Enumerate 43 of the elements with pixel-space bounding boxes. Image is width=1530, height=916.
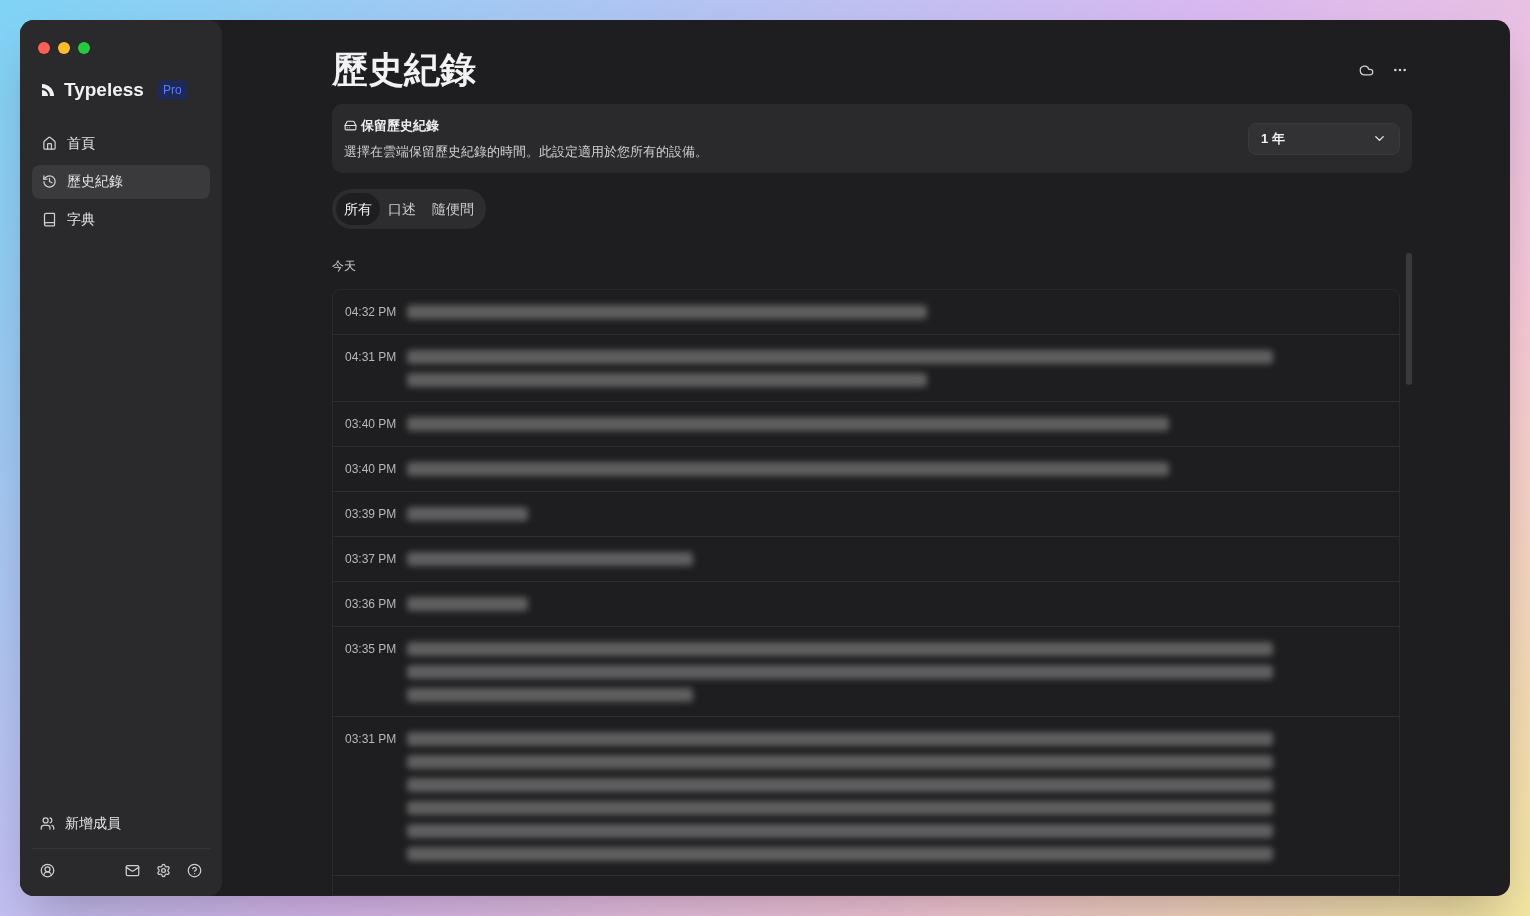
dictionary-icon bbox=[42, 212, 57, 227]
logo-icon bbox=[40, 82, 56, 99]
filter-tab[interactable]: 隨便問 bbox=[424, 193, 482, 225]
history-row[interactable]: 04:31 PM bbox=[333, 335, 1399, 402]
settings-icon[interactable] bbox=[156, 863, 171, 878]
cloud-icon[interactable] bbox=[1359, 62, 1374, 78]
help-icon[interactable] bbox=[187, 863, 202, 878]
history-row[interactable]: 03:36 PM bbox=[333, 582, 1399, 627]
entry-time: 03:35 PM bbox=[345, 641, 398, 658]
filter-tab[interactable]: 口述 bbox=[380, 193, 424, 225]
history-row[interactable]: 03:31 PM bbox=[333, 717, 1399, 876]
mail-icon[interactable] bbox=[125, 863, 140, 878]
entry-time: 04:32 PM bbox=[345, 304, 398, 320]
users-icon bbox=[40, 815, 55, 831]
history-row[interactable]: 03:35 PM bbox=[333, 627, 1399, 717]
history-row[interactable]: 03:40 PM bbox=[333, 447, 1399, 492]
entry-time: 03:40 PM bbox=[345, 461, 398, 477]
add-member-button[interactable]: 新增成員 bbox=[32, 806, 210, 840]
plan-badge: Pro bbox=[157, 80, 187, 101]
retention-description: 選擇在雲端保留歷史紀錄的時間。此設定適用於您所有的設備。 bbox=[344, 142, 708, 161]
page-title: 歷史紀錄 bbox=[332, 48, 476, 92]
retention-dropdown[interactable]: 1 年 bbox=[1248, 122, 1400, 155]
group-label: 今天 bbox=[332, 258, 357, 275]
entry-time: 04:31 PM bbox=[345, 349, 398, 366]
entry-time: 03:39 PM bbox=[345, 506, 398, 522]
home-icon bbox=[42, 136, 57, 151]
history-row[interactable]: 04:32 PM bbox=[333, 290, 1399, 335]
entry-time: 03:31 PM bbox=[345, 731, 398, 748]
history-row[interactable]: 03:40 PM bbox=[333, 402, 1399, 447]
account-icon[interactable] bbox=[40, 863, 55, 878]
history-row[interactable]: 03:39 PM bbox=[333, 492, 1399, 537]
drive-icon bbox=[344, 119, 357, 133]
history-row[interactable]: 03:37 PM bbox=[333, 537, 1399, 582]
sidebar-item[interactable]: 歷史紀錄 bbox=[32, 164, 210, 199]
history-icon bbox=[42, 174, 57, 189]
sidebar-item[interactable]: 字典 bbox=[32, 202, 210, 237]
entry-time: 03:37 PM bbox=[345, 551, 398, 567]
filter-tab[interactable]: 所有 bbox=[336, 193, 380, 225]
sidebar-item[interactable]: 首頁 bbox=[32, 126, 210, 161]
retention-title: 保留歷史紀錄 bbox=[361, 117, 439, 135]
entry-time: 03:40 PM bbox=[345, 416, 398, 432]
entry-time: 03:36 PM bbox=[345, 596, 398, 612]
app-name: Typeless bbox=[64, 78, 144, 102]
